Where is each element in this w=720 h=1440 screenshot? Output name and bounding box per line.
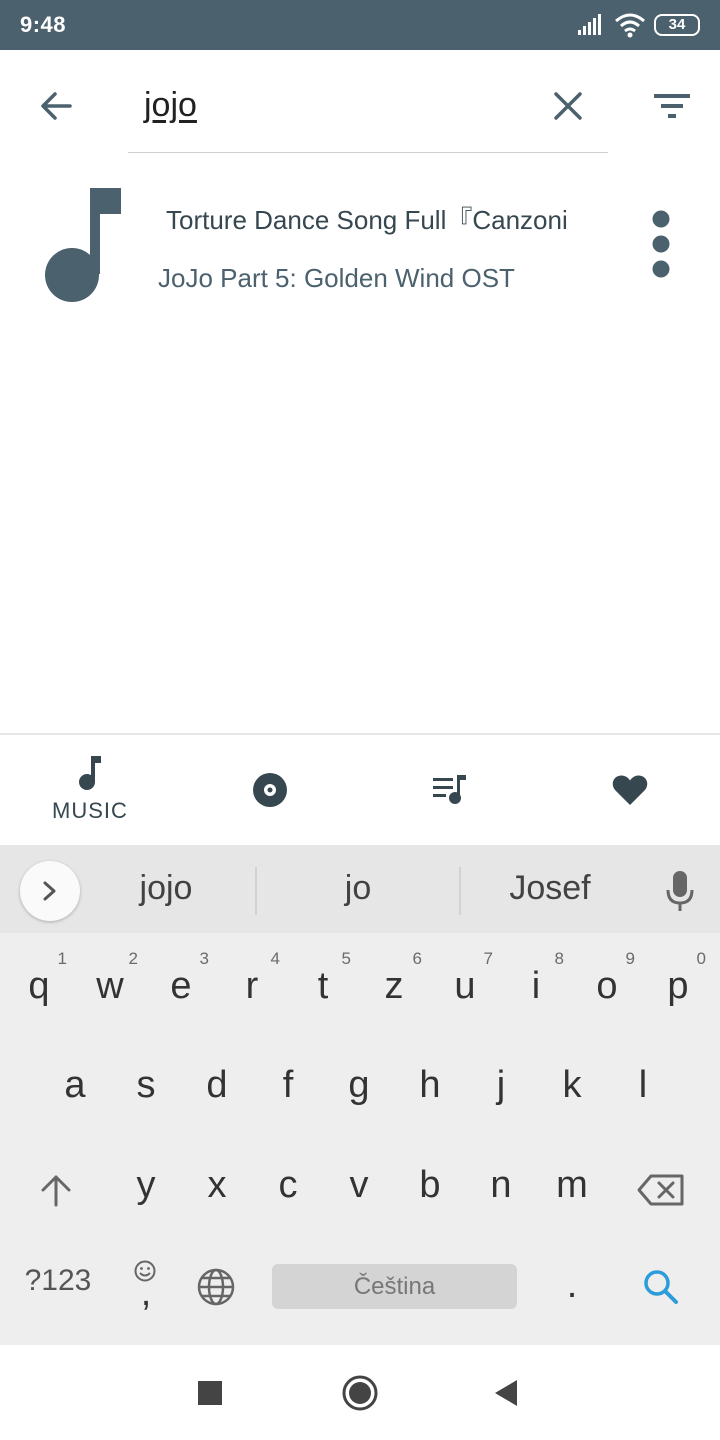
soft-keyboard: jojo jo Josef q1 w2 e3 r4 t5 z6 u7 i8 o9… [0, 845, 720, 1345]
tab-playlists[interactable] [400, 735, 500, 845]
backspace-icon [637, 1174, 684, 1206]
shift-arrow-icon [41, 1175, 71, 1207]
battery-level: 34 [668, 16, 686, 33]
suggestion-2[interactable]: jo [268, 869, 448, 908]
more-options-button[interactable] [636, 204, 686, 284]
search-bar: jojo [0, 50, 720, 160]
key-x[interactable]: x [181, 1142, 253, 1232]
close-icon [554, 92, 582, 120]
album-icon [253, 773, 287, 807]
key-g[interactable]: g [323, 1042, 395, 1132]
period-key[interactable]: . [536, 1242, 608, 1332]
backspace-key[interactable] [624, 1145, 698, 1235]
suggestion-1[interactable]: jojo [76, 869, 256, 908]
tab-music-label: MUSIC [52, 798, 128, 823]
key-v[interactable]: v [323, 1142, 395, 1232]
search-icon [644, 1270, 678, 1304]
square-icon [198, 1381, 222, 1405]
language-key[interactable] [180, 1242, 252, 1332]
suggestion-divider [255, 867, 257, 915]
key-l[interactable]: l [607, 1042, 679, 1132]
playlist-icon [433, 775, 466, 804]
key-r[interactable]: r4 [216, 943, 288, 1033]
key-q[interactable]: q1 [3, 943, 75, 1033]
home-button[interactable] [330, 1363, 390, 1423]
expand-suggestions-button[interactable] [20, 861, 80, 921]
symbols-key[interactable]: ?123 [18, 1242, 98, 1332]
key-u[interactable]: u7 [429, 943, 501, 1033]
wifi-icon [615, 13, 645, 38]
suggestion-3[interactable]: Josef [460, 869, 640, 908]
tab-music[interactable]: MUSIC [30, 735, 150, 845]
status-time: 9:48 [20, 12, 67, 37]
key-j[interactable]: j [465, 1042, 537, 1132]
key-f[interactable]: f [252, 1042, 324, 1132]
key-i[interactable]: i8 [500, 943, 572, 1033]
music-note-icon [79, 756, 101, 790]
home-circle-icon [342, 1375, 378, 1411]
suggestion-strip: jojo jo Josef [0, 845, 720, 933]
key-d[interactable]: d [181, 1042, 253, 1132]
key-n[interactable]: n [465, 1142, 537, 1232]
recents-button[interactable] [182, 1365, 238, 1421]
voice-input-button[interactable] [656, 865, 704, 917]
key-h[interactable]: h [394, 1042, 466, 1132]
key-c[interactable]: c [252, 1142, 324, 1232]
microphone-icon [666, 871, 694, 911]
back-arrow-icon [41, 92, 72, 120]
space-key[interactable]: Čeština [272, 1264, 517, 1309]
music-note-icon [45, 188, 121, 302]
song-title: Torture Dance Song Full『Canzoni [166, 205, 568, 235]
key-b[interactable]: b [394, 1142, 466, 1232]
status-bar: 9:48 34 [0, 0, 720, 50]
battery-icon: 34 [654, 14, 700, 36]
globe-icon [197, 1268, 235, 1306]
emoji-comma-key[interactable]: , [110, 1242, 182, 1332]
search-input[interactable]: jojo [144, 86, 197, 125]
key-y[interactable]: y [110, 1142, 182, 1232]
key-w[interactable]: w2 [74, 943, 146, 1033]
signal-icon [578, 14, 601, 35]
key-o[interactable]: o9 [571, 943, 643, 1033]
key-t[interactable]: t5 [287, 943, 359, 1033]
bottom-navigation: MUSIC [0, 733, 720, 845]
more-vert-icon [652, 210, 670, 278]
key-k[interactable]: k [536, 1042, 608, 1132]
back-button[interactable] [30, 80, 82, 132]
key-e[interactable]: e3 [145, 943, 217, 1033]
search-key[interactable] [624, 1242, 698, 1332]
key-s[interactable]: s [110, 1042, 182, 1132]
song-album: JoJo Part 5: Golden Wind OST [158, 263, 515, 293]
search-underline [128, 152, 608, 153]
key-p[interactable]: p0 [642, 943, 714, 1033]
key-z[interactable]: z6 [358, 943, 430, 1033]
filter-icon [654, 94, 690, 118]
tab-albums[interactable] [220, 735, 320, 845]
list-item[interactable]: Torture Dance Song Full『Canzoni JoJo Par… [0, 168, 720, 308]
key-a[interactable]: a [39, 1042, 111, 1132]
shift-key[interactable] [20, 1145, 92, 1235]
heart-icon [612, 775, 648, 805]
back-nav-button[interactable] [478, 1365, 534, 1421]
key-m[interactable]: m [536, 1142, 608, 1232]
clear-search-button[interactable] [544, 80, 592, 132]
tab-favorites[interactable] [580, 735, 680, 845]
system-navigation-bar [0, 1345, 720, 1440]
filter-button[interactable] [646, 80, 698, 132]
chevron-right-icon [43, 881, 56, 901]
back-triangle-icon [495, 1380, 517, 1406]
